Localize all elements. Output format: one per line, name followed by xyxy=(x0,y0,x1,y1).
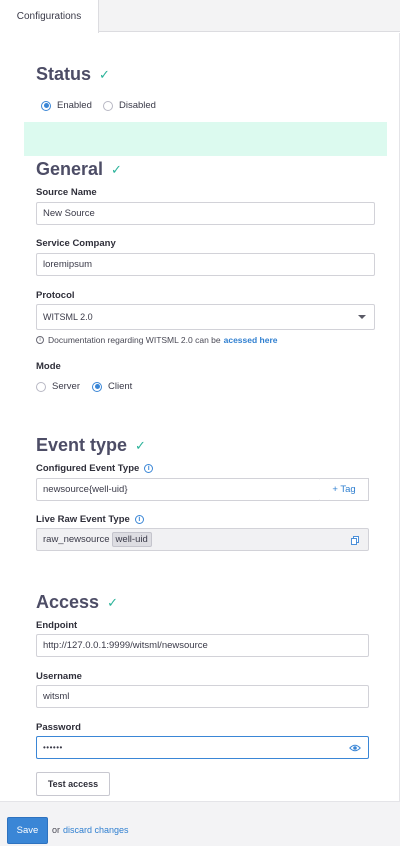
password-value: •••••• xyxy=(43,743,63,752)
copy-icon[interactable] xyxy=(351,536,359,545)
access-heading: Access ✓ xyxy=(36,592,118,612)
info-icon[interactable]: i xyxy=(144,464,154,473)
status-heading: Status ✓ xyxy=(36,64,110,84)
protocol-select[interactable]: WITSML 2.0 xyxy=(36,304,375,330)
username-label: Username xyxy=(36,671,82,682)
configured-event-type-label: Configured Event Type i xyxy=(36,463,154,474)
event-type-heading: Event type ✓ xyxy=(36,435,146,455)
footer-bar: Save or discard changes xyxy=(0,801,400,846)
tab-configurations[interactable]: Configurations xyxy=(0,0,99,33)
status-box xyxy=(24,122,387,156)
source-name-label: Source Name xyxy=(36,187,97,198)
protocol-label: Protocol xyxy=(36,290,75,301)
check-icon: ✓ xyxy=(135,437,146,453)
check-icon: ✓ xyxy=(107,594,118,610)
mode-server-radio[interactable]: Server xyxy=(36,381,80,392)
tag-chip: well-uid xyxy=(111,532,152,547)
radio-icon xyxy=(36,381,46,392)
password-label: Password xyxy=(36,722,81,733)
general-heading: General ✓ xyxy=(36,159,122,179)
check-icon: ✓ xyxy=(111,161,122,177)
live-raw-event-type-field: raw_newsource well-uid xyxy=(36,528,369,551)
status-enabled-radio[interactable]: Enabled xyxy=(41,100,92,111)
discard-changes-link[interactable]: discard changes xyxy=(63,825,129,835)
service-company-input[interactable]: loremipsum xyxy=(36,253,375,276)
protocol-value: WITSML 2.0 xyxy=(43,312,93,322)
password-input[interactable]: •••••• xyxy=(36,736,369,759)
or-text: or xyxy=(52,825,61,835)
mode-label: Mode xyxy=(36,361,61,372)
radio-selected-icon xyxy=(92,381,102,392)
protocol-help: i Documentation regarding WITSML 2.0 can… xyxy=(36,335,277,345)
tab-bar: Configurations xyxy=(0,0,400,33)
info-icon: i xyxy=(36,336,44,344)
service-company-label: Service Company xyxy=(36,238,116,249)
test-access-button[interactable]: Test access xyxy=(36,772,110,796)
endpoint-input[interactable]: http://127.0.0.1:9999/witsml/newsource xyxy=(36,634,369,657)
endpoint-label: Endpoint xyxy=(36,620,78,631)
save-button[interactable]: Save xyxy=(7,817,48,844)
status-disabled-radio[interactable]: Disabled xyxy=(103,100,156,111)
configured-event-type-input[interactable]: newsource{well-uid} xyxy=(36,478,321,501)
mode-client-radio[interactable]: Client xyxy=(92,381,132,392)
live-raw-event-type-label: Live Raw Event Type i xyxy=(36,514,144,525)
username-input[interactable]: witsml xyxy=(36,685,369,708)
check-icon: ✓ xyxy=(99,66,110,82)
configuration-form: Status ✓ Enabled Disabled General ✓ Source… xyxy=(0,33,400,801)
radio-icon xyxy=(103,100,113,111)
protocol-docs-link[interactable]: acessed here xyxy=(224,335,278,345)
chevron-down-icon xyxy=(358,315,366,319)
source-name-input[interactable]: New Source xyxy=(36,202,375,225)
radio-selected-icon xyxy=(41,100,51,111)
add-tag-button[interactable]: + Tag xyxy=(320,478,369,501)
info-icon[interactable]: i xyxy=(134,515,144,524)
tab-label: Configurations xyxy=(16,11,82,22)
eye-icon[interactable] xyxy=(349,743,361,753)
